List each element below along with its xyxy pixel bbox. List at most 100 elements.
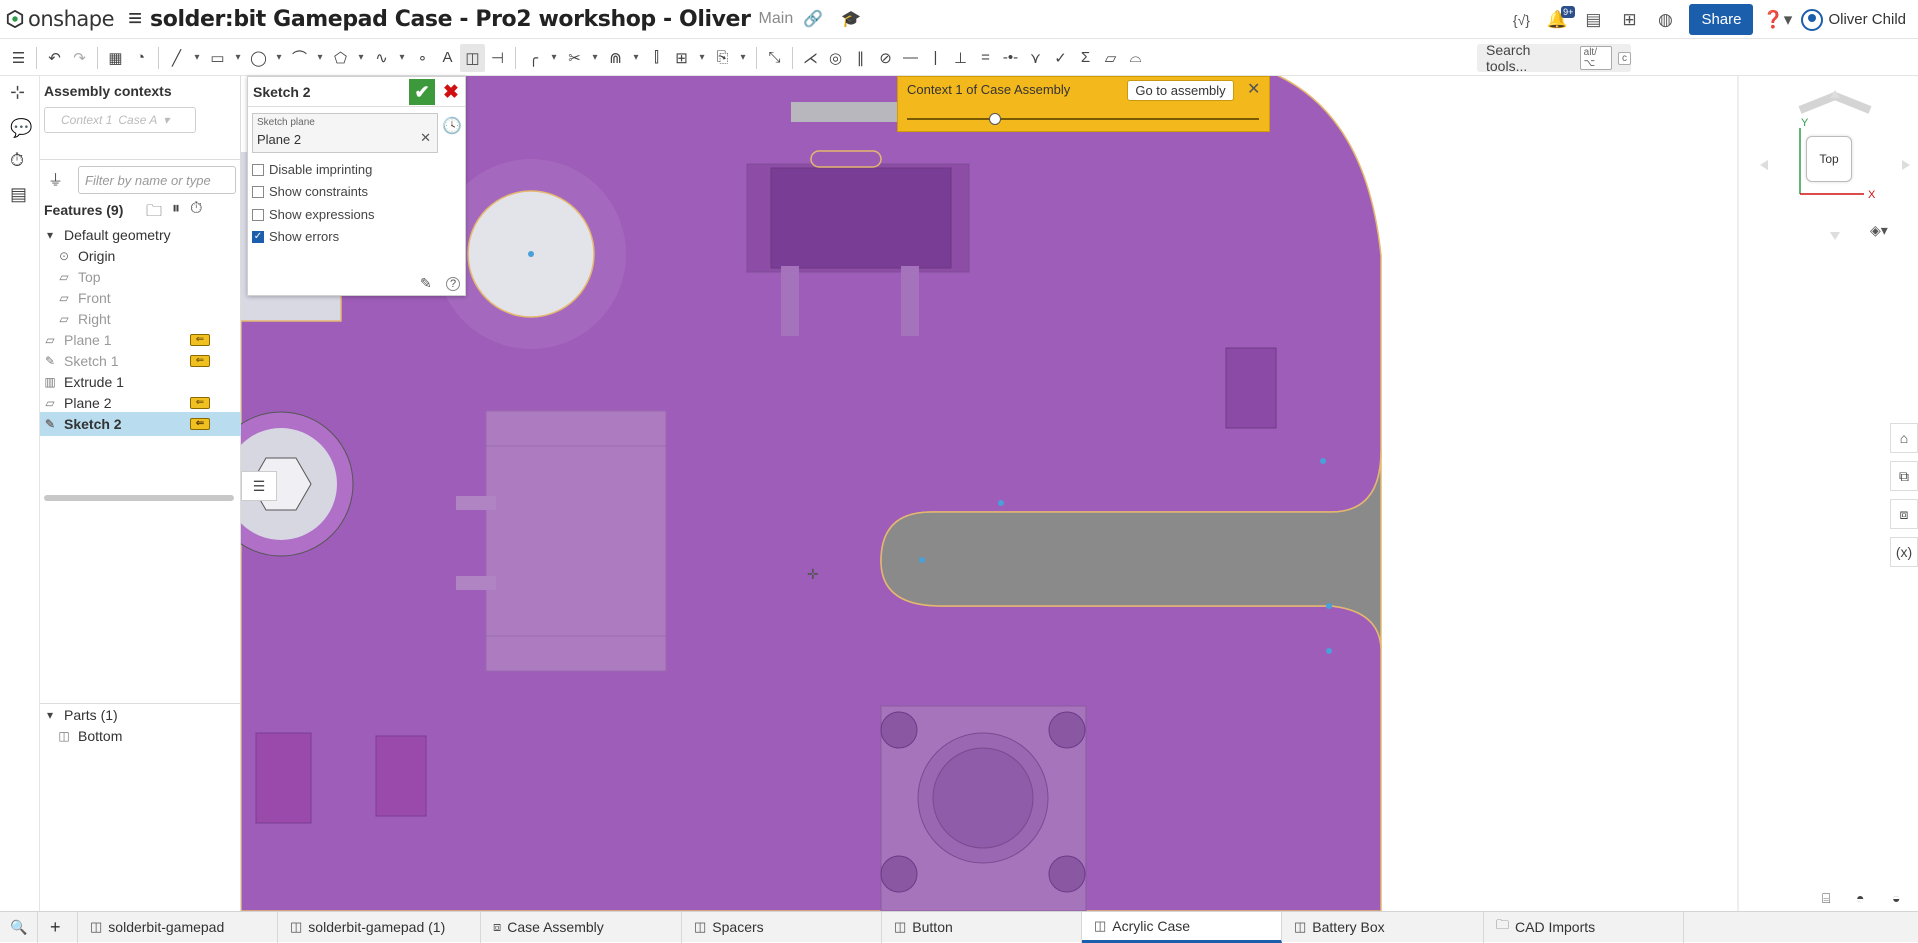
fix-icon[interactable]: ▱ [1098, 44, 1123, 72]
variables-icon[interactable]: (x) [1890, 537, 1918, 567]
properties-icon[interactable]: ▤ [10, 184, 27, 205]
help-icon[interactable]: ❓▾ [1763, 8, 1793, 32]
pierce-icon[interactable]: ✓ [1048, 44, 1073, 72]
feature-list-scrollbar[interactable] [44, 495, 234, 501]
chevron-down-icon[interactable]: ▾ [546, 44, 562, 72]
app-store-icon[interactable]: ⊞ [1617, 8, 1641, 32]
chevron-down-icon[interactable]: ▾ [735, 44, 751, 72]
notifications-icon[interactable]: 🔔 9+ [1545, 5, 1576, 32]
confirm-button[interactable]: ✔ [409, 79, 435, 105]
view-normal-icon[interactable]: ◔ [128, 44, 153, 72]
history-icon[interactable]: ⏱ [10, 150, 24, 171]
view-cube[interactable]: Top Y X ◈▾ [1760, 90, 1910, 240]
cancel-button[interactable]: ✖ [441, 81, 461, 103]
tab-solderbit-gamepad[interactable]: ◫ solderbit-gamepad [78, 911, 278, 943]
polygon-tool-icon[interactable]: ⬠ [328, 44, 353, 72]
chevron-down-icon[interactable]: ▾ [694, 44, 710, 72]
graphics-area[interactable]: ✛ ☰ [241, 76, 1918, 911]
sketch-plane-icon[interactable]: ▦ [103, 44, 128, 72]
symmetric-icon[interactable]: Σ [1073, 44, 1098, 72]
curvature-icon[interactable]: ⌓ [1123, 44, 1148, 72]
show-constraints-checkbox[interactable]: Show constraints [252, 184, 368, 199]
rectangle-tool-icon[interactable]: ▭ [205, 44, 230, 72]
parallel-icon[interactable]: ∥ [848, 44, 873, 72]
fillet-tool-icon[interactable]: ╭ [521, 44, 546, 72]
parts-icon[interactable]: ⧉ [1890, 461, 1918, 491]
chevron-down-icon[interactable]: ▾ [230, 44, 246, 72]
globe-icon[interactable]: ◍ [1653, 8, 1677, 32]
spline-tool-icon[interactable]: ∿ [369, 44, 394, 72]
insert-icon[interactable]: ⊹ [10, 82, 25, 103]
onshape-logo[interactable]: onshape [6, 7, 115, 31]
arc-tool-icon[interactable]: ⌒ [287, 44, 312, 72]
sketch-settings-icon[interactable]: ✎ [420, 275, 432, 292]
history-icon[interactable]: 🕓 [442, 116, 462, 136]
view-cube-top-face[interactable]: Top [1806, 136, 1852, 182]
search-tools-input[interactable]: Search tools... alt/⌥ c [1477, 42, 1631, 74]
coincident-icon[interactable]: ⋌ [798, 44, 823, 72]
concentric-icon[interactable]: ◎ [823, 44, 848, 72]
add-tab-icon[interactable]: + [38, 911, 78, 943]
dimension-tool-icon[interactable]: ⤡ [762, 44, 787, 72]
share-button[interactable]: Share [1689, 4, 1754, 35]
link-icon[interactable]: 🔗 [803, 9, 823, 29]
mirror-tool-icon[interactable]: ⫿ [644, 44, 669, 72]
tree-item-part-bottom[interactable]: ◫ Bottom [40, 724, 241, 748]
mates-icon[interactable]: ⧈ [1890, 499, 1918, 529]
section-view-icon[interactable]: ◓ [1856, 890, 1864, 906]
tree-item-sketch-2[interactable]: ✎ Sketch 2 ⇐ [40, 412, 241, 436]
chevron-down-icon[interactable]: ▾ [353, 44, 369, 72]
list-toggle-icon[interactable]: ☰ [241, 471, 277, 501]
search-tabs-icon[interactable]: 🔍 [0, 911, 38, 943]
tab-cad-imports[interactable]: 🗀 CAD Imports [1484, 911, 1684, 943]
point-tool-icon[interactable]: ∘ [410, 44, 435, 72]
midpoint-icon[interactable]: -•- [998, 44, 1023, 72]
filter-icon[interactable]: ⏚ [48, 169, 63, 190]
tab-battery-box[interactable]: ◫ Battery Box [1282, 911, 1484, 943]
midpoint-line-icon[interactable]: ⊣ [485, 44, 510, 72]
context-slider-knob[interactable] [989, 113, 1001, 125]
offset-tool-icon[interactable]: ⋒ [603, 44, 628, 72]
equal-icon[interactable]: = [973, 44, 998, 72]
horizontal-icon[interactable]: — [898, 44, 923, 72]
trim-tool-icon[interactable]: ✂ [562, 44, 587, 72]
tab-case-assembly[interactable]: ⧈ Case Assembly [481, 911, 682, 943]
branch-label[interactable]: Main [759, 10, 794, 28]
vertical-icon[interactable]: | [923, 44, 948, 72]
sketch-viewport[interactable]: ✛ [241, 76, 1918, 911]
document-info-icon[interactable]: ▤ [1581, 8, 1605, 32]
redo-icon[interactable]: ↷ [67, 44, 92, 72]
disable-imprinting-checkbox[interactable]: Disable imprinting [252, 162, 372, 177]
undo-icon[interactable]: ↶ [42, 44, 67, 72]
perpendicular-icon[interactable]: ⊥ [948, 44, 973, 72]
import-dxf-icon[interactable]: ⎘ [710, 44, 735, 72]
circle-tool-icon[interactable]: ◯ [246, 44, 271, 72]
chevron-down-icon[interactable]: ▾ [312, 44, 328, 72]
text-tool-icon[interactable]: A [435, 44, 460, 72]
line-tool-icon[interactable]: ╱ [164, 44, 189, 72]
pattern-tool-icon[interactable]: ⊞ [669, 44, 694, 72]
go-to-assembly-button[interactable]: Go to assembly [1127, 80, 1234, 101]
normal-icon[interactable]: ⋎ [1023, 44, 1048, 72]
user-menu[interactable]: Oliver Child [1801, 8, 1906, 31]
show-expressions-checkbox[interactable]: Show expressions [252, 207, 375, 222]
learning-center-icon[interactable]: 🎓 [841, 9, 861, 29]
tab-spacers[interactable]: ◫ Spacers [682, 911, 882, 943]
feature-list-icon[interactable]: ☰ [6, 44, 31, 72]
tangent-icon[interactable]: ⊘ [873, 44, 898, 72]
chevron-down-icon[interactable]: ▾ [628, 44, 644, 72]
context-select[interactable]: Context 1 Case A ▾ [44, 107, 196, 133]
comments-icon[interactable]: 💬 [10, 118, 32, 139]
tab-solderbit-gamepad-1[interactable]: ◫ solderbit-gamepad (1) [278, 911, 481, 943]
view-options-icon[interactable]: ◈▾ [1870, 222, 1888, 239]
construction-tool-icon[interactable]: ◫ [460, 43, 485, 72]
chevron-down-icon[interactable]: ▾ [587, 44, 603, 72]
chevron-down-icon[interactable]: ▾ [271, 44, 287, 72]
tab-acrylic-case[interactable]: ◫ Acrylic Case [1082, 911, 1282, 943]
measure-icon[interactable]: ⌸ [1822, 890, 1830, 907]
tab-button[interactable]: ◫ Button [882, 911, 1082, 943]
help-icon[interactable]: ? [446, 277, 460, 291]
render-mode-icon[interactable]: ◒ [1892, 890, 1900, 906]
document-title[interactable]: solder:bit Gamepad Case - Pro2 workshop … [150, 7, 751, 32]
switch-slot[interactable] [810, 150, 882, 168]
